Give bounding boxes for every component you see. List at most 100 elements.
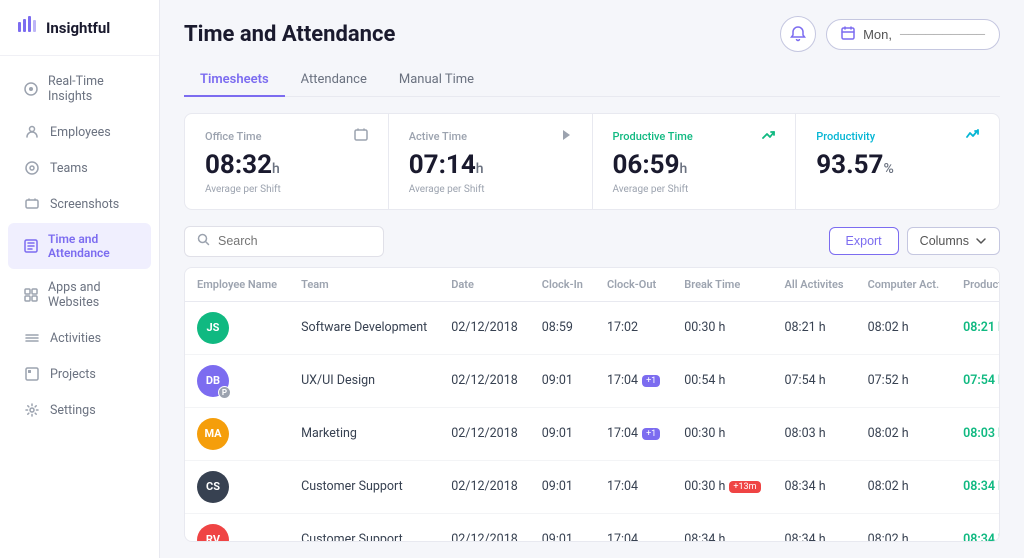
sidebar-logo[interactable]: Insightful bbox=[0, 0, 159, 56]
sidebar-item-label: Screenshots bbox=[50, 197, 119, 212]
cell-clock-in: 09:01 bbox=[530, 513, 595, 542]
sidebar-item-activities[interactable]: Activities bbox=[8, 321, 151, 355]
cell-employee-name: JS bbox=[185, 301, 289, 354]
tab-attendance[interactable]: Attendance bbox=[285, 64, 383, 97]
stat-productive-time: Productive Time 06:59h Average per Shift bbox=[593, 114, 797, 209]
cell-clock-out: 17:04 bbox=[595, 460, 672, 513]
cell-clock-out: 17:04 bbox=[595, 513, 672, 542]
avatar: JS bbox=[197, 312, 229, 344]
time-attendance-icon bbox=[24, 238, 38, 254]
sidebar-item-label: Projects bbox=[50, 367, 96, 382]
search-icon bbox=[197, 233, 210, 250]
cell-clock-out: 17:04+1 bbox=[595, 407, 672, 460]
real-time-insights-icon bbox=[24, 81, 38, 97]
tab-manual-time[interactable]: Manual Time bbox=[383, 64, 490, 97]
avatar-badge: P bbox=[218, 386, 231, 399]
col-productive: Productive bbox=[951, 268, 1000, 302]
active-time-value: 07:14h bbox=[409, 150, 572, 180]
office-time-label: Office Time bbox=[205, 130, 262, 143]
teams-icon bbox=[24, 160, 40, 176]
cell-computer-act: 08:02 h bbox=[856, 407, 952, 460]
timesheets-table: Employee Name Team Date Clock-In Clock-O… bbox=[185, 268, 1000, 543]
table-row: RV P Customer Support 02/12/2018 09:01 1… bbox=[185, 513, 1000, 542]
export-button[interactable]: Export bbox=[829, 227, 899, 255]
table-row: CS Customer Support 02/12/2018 09:01 17:… bbox=[185, 460, 1000, 513]
cell-all-activities: 08:21 h bbox=[773, 301, 856, 354]
cell-team: Marketing bbox=[289, 407, 439, 460]
clock-out-badge: +1 bbox=[642, 375, 660, 387]
cell-team: Customer Support bbox=[289, 513, 439, 542]
cell-date: 02/12/2018 bbox=[439, 513, 530, 542]
cell-break-time: 00:30 h bbox=[672, 301, 772, 354]
table-actions: Export Columns bbox=[829, 227, 1000, 255]
projects-icon bbox=[24, 366, 40, 382]
stat-active-time: Active Time 07:14h Average per Shift bbox=[389, 114, 593, 209]
cell-clock-in: 09:01 bbox=[530, 460, 595, 513]
cell-team: UX/UI Design bbox=[289, 354, 439, 407]
cell-break-time: 00:30 h bbox=[672, 407, 772, 460]
col-break-time: Break Time bbox=[672, 268, 772, 302]
table-row: DB P UX/UI Design 02/12/2018 09:01 17:04… bbox=[185, 354, 1000, 407]
avatar: MA bbox=[197, 418, 229, 450]
cell-all-activities: 08:34 h bbox=[773, 513, 856, 542]
cell-productive: 08:34 h bbox=[951, 460, 1000, 513]
cell-team: Software Development bbox=[289, 301, 439, 354]
cell-all-activities: 07:54 h bbox=[773, 354, 856, 407]
sidebar-item-real-time-insights[interactable]: Real-Time Insights bbox=[8, 65, 151, 113]
col-team: Team bbox=[289, 268, 439, 302]
sidebar-item-projects[interactable]: Projects bbox=[8, 357, 151, 391]
cell-productive: 08:34 h bbox=[951, 513, 1000, 542]
date-range: ────────── bbox=[900, 27, 985, 41]
stat-office-time: Office Time 08:32h Average per Shift bbox=[185, 114, 389, 209]
break-badge: +13m bbox=[729, 481, 760, 493]
date-picker-button[interactable]: Mon, ────────── bbox=[826, 19, 1000, 50]
logo-text: Insightful bbox=[46, 19, 110, 37]
search-box[interactable] bbox=[184, 226, 384, 257]
cell-break-time: 00:54 h bbox=[672, 354, 772, 407]
apps-icon bbox=[24, 287, 38, 303]
sidebar: Insightful Real-Time Insights Employees … bbox=[0, 0, 160, 558]
cell-break-time: 08:34 h bbox=[672, 513, 772, 542]
cell-clock-in: 09:01 bbox=[530, 354, 595, 407]
cell-employee-name: RV P bbox=[185, 513, 289, 542]
main-content: Time and Attendance Mon, ────────── Time… bbox=[160, 0, 1024, 558]
calendar-icon bbox=[841, 26, 855, 43]
cell-productive: 08:21 h bbox=[951, 301, 1000, 354]
avatar: CS bbox=[197, 471, 229, 503]
stat-productivity: Productivity 93.57% bbox=[796, 114, 999, 209]
cell-productive: 08:03 h bbox=[951, 407, 1000, 460]
columns-button[interactable]: Columns bbox=[907, 227, 1000, 255]
screenshots-icon bbox=[24, 196, 40, 212]
sidebar-item-screenshots[interactable]: Screenshots bbox=[8, 187, 151, 221]
cell-date: 02/12/2018 bbox=[439, 460, 530, 513]
date-label: Mon, bbox=[863, 27, 892, 42]
cell-break-time: 00:30 h+13m bbox=[672, 460, 772, 513]
cell-computer-act: 08:02 h bbox=[856, 513, 952, 542]
productive-time-label: Productive Time bbox=[613, 130, 693, 143]
active-time-label: Active Time bbox=[409, 130, 467, 143]
tab-timesheets[interactable]: Timesheets bbox=[184, 64, 285, 97]
search-input[interactable] bbox=[218, 234, 371, 248]
productive-time-sublabel: Average per Shift bbox=[613, 184, 776, 195]
cell-employee-name: CS bbox=[185, 460, 289, 513]
clock-out-badge: +1 bbox=[642, 428, 660, 440]
sidebar-item-time-and-attendance[interactable]: Time and Attendance bbox=[8, 223, 151, 269]
productivity-icon bbox=[965, 128, 979, 146]
col-all-activities: All Activites bbox=[773, 268, 856, 302]
cell-all-activities: 08:34 h bbox=[773, 460, 856, 513]
sidebar-item-teams[interactable]: Teams bbox=[8, 151, 151, 185]
tabs-bar: Timesheets Attendance Manual Time bbox=[184, 64, 1000, 97]
sidebar-item-label: Time and Attendance bbox=[48, 232, 135, 260]
office-time-sublabel: Average per Shift bbox=[205, 184, 368, 195]
sidebar-item-employees[interactable]: Employees bbox=[8, 115, 151, 149]
settings-icon bbox=[24, 402, 40, 418]
notifications-button[interactable] bbox=[780, 16, 816, 52]
cell-computer-act: 08:02 h bbox=[856, 460, 952, 513]
avatar: RV P bbox=[197, 524, 229, 543]
productivity-label: Productivity bbox=[816, 130, 875, 143]
col-computer-act: Computer Act. bbox=[856, 268, 952, 302]
sidebar-item-apps-and-websites[interactable]: Apps and Websites bbox=[8, 271, 151, 319]
cell-employee-name: MA bbox=[185, 407, 289, 460]
sidebar-item-settings[interactable]: Settings bbox=[8, 393, 151, 427]
sidebar-item-label: Apps and Websites bbox=[48, 280, 135, 310]
